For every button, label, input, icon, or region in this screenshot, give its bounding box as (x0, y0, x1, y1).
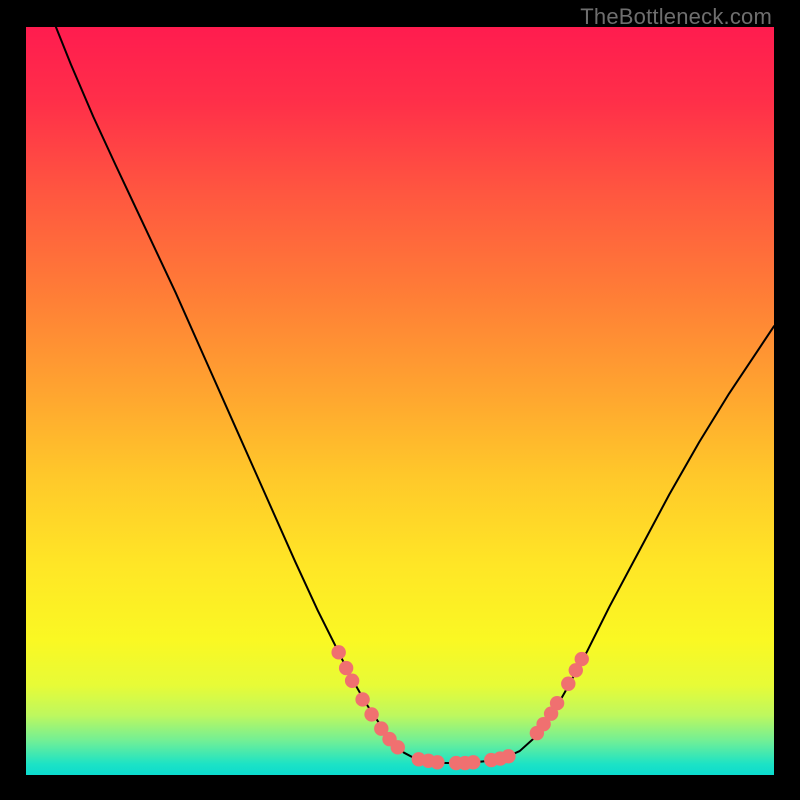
data-point (345, 674, 359, 688)
data-point (550, 696, 564, 710)
data-point (364, 707, 378, 721)
data-point (339, 661, 353, 675)
data-point (355, 692, 369, 706)
data-point (331, 645, 345, 659)
data-point (575, 652, 589, 666)
chart-svg (26, 27, 774, 775)
data-point (561, 677, 575, 691)
data-point (501, 749, 515, 763)
data-point (391, 740, 405, 754)
plot-background (26, 27, 774, 775)
data-point (430, 755, 444, 769)
chart-frame (26, 27, 774, 775)
data-point (466, 755, 480, 769)
